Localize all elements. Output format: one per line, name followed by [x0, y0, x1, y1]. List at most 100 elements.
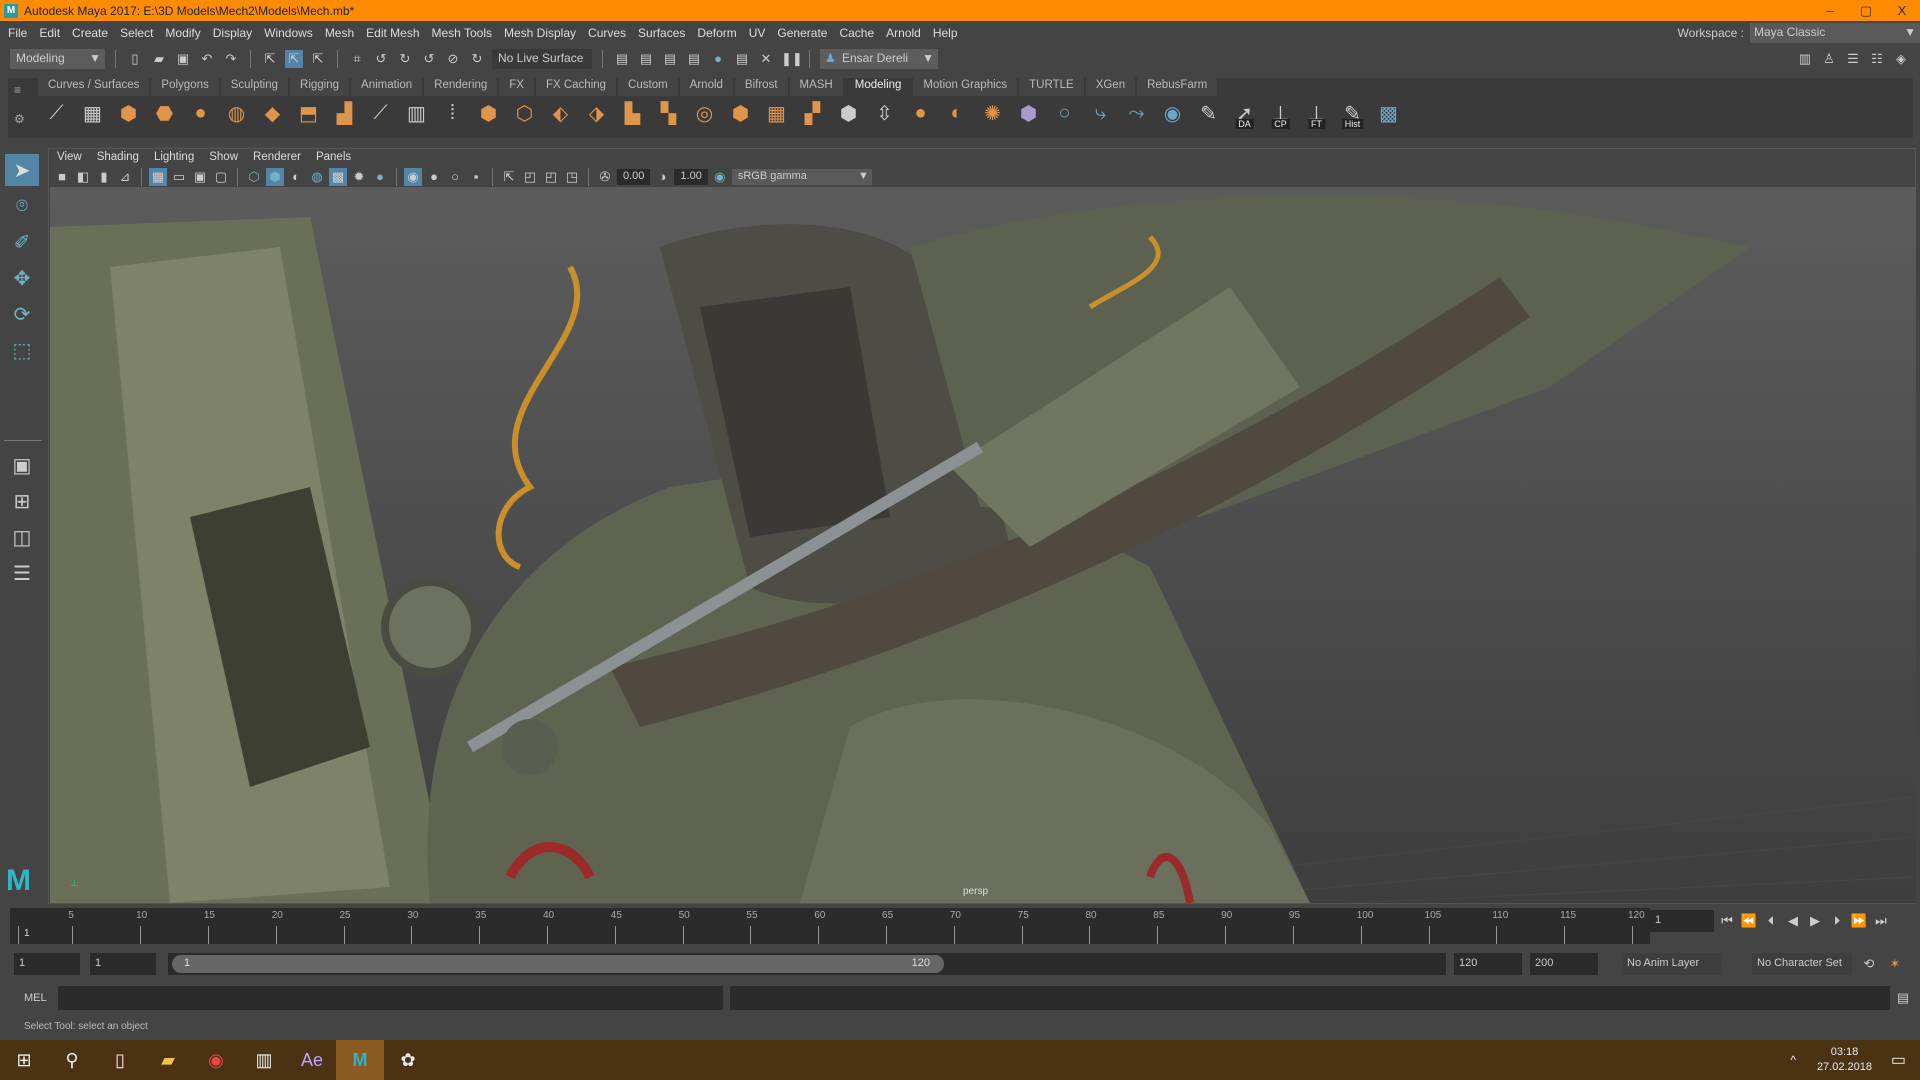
menu-display[interactable]: Display — [213, 26, 252, 40]
notifications-icon[interactable]: ▭ — [1891, 1050, 1906, 1070]
shelf-button[interactable]: ⤳ — [1123, 100, 1150, 127]
panel-menu-view[interactable]: View — [57, 151, 82, 163]
shelf-button[interactable]: ⟋ — [367, 100, 394, 127]
shelf-tab-xgen[interactable]: XGen — [1085, 78, 1136, 96]
shelf-button[interactable]: ○ — [1051, 100, 1078, 127]
shelf-button[interactable]: ▟ — [331, 100, 358, 127]
lookdev-icon[interactable]: ✕ — [757, 50, 775, 68]
menu-uv[interactable]: UV — [749, 26, 766, 40]
scene-end-field[interactable]: 200 — [1530, 953, 1598, 975]
go-to-start-icon[interactable]: ⏮ — [1718, 912, 1736, 930]
shelf-button[interactable]: ▙ — [619, 100, 646, 127]
pause-icon[interactable]: ❚❚ — [781, 50, 803, 68]
motion-blur-icon[interactable]: ● — [425, 168, 443, 186]
menu-deform[interactable]: Deform — [697, 26, 736, 40]
file-explorer-icon[interactable]: ▰ — [144, 1040, 192, 1080]
shelf-tab-curves-surfaces[interactable]: Curves / Surfaces — [38, 78, 150, 96]
shelf-tab-rendering[interactable]: Rendering — [424, 78, 498, 96]
snap-view-icon[interactable]: ↺ — [420, 50, 438, 68]
shelf-button[interactable]: ◆ — [259, 100, 286, 127]
tray-chevron-icon[interactable]: ^ — [1790, 1053, 1796, 1067]
menu-mesh-tools[interactable]: Mesh Tools — [432, 26, 492, 40]
ambient-occlusion-icon[interactable]: ◉ — [404, 168, 422, 186]
safe-action-icon[interactable]: ▢ — [212, 168, 230, 186]
color-space-select[interactable]: sRGB gamma ▼ — [731, 169, 872, 185]
redo-icon[interactable]: ↷ — [222, 50, 240, 68]
step-back-frame-icon[interactable]: ⏴ — [1762, 912, 1780, 930]
tool-settings-icon[interactable]: ☷ — [1868, 50, 1886, 68]
playback-end-field[interactable]: 120 — [1454, 953, 1522, 975]
shelf-tab-polygons[interactable]: Polygons — [151, 78, 219, 96]
shadows-icon[interactable]: ● — [371, 168, 389, 186]
resolution-gate-icon[interactable]: ▣ — [191, 168, 209, 186]
shelf-button[interactable]: ◐ — [943, 100, 970, 127]
shelf-tab-mash[interactable]: MASH — [789, 78, 843, 96]
live-surface-field[interactable]: No Live Surface — [492, 49, 592, 69]
four-view-layout-icon[interactable]: ⊞ — [5, 485, 39, 517]
bookmark-icon[interactable]: ▮ — [95, 168, 113, 186]
undo-icon[interactable]: ↶ — [198, 50, 216, 68]
mel-label[interactable]: MEL — [24, 992, 47, 1004]
select-tool-icon[interactable]: ➤ — [5, 154, 39, 186]
shelf-menu-icon[interactable]: ≡ — [14, 83, 21, 97]
lock-camera-icon[interactable]: ◧ — [74, 168, 92, 186]
open-scene-icon[interactable]: ▰ — [150, 50, 168, 68]
anim-prefs-icon[interactable]: ✶ — [1886, 955, 1904, 973]
wireframe-icon[interactable]: ⬡ — [245, 168, 263, 186]
maximize-button[interactable]: ▢ — [1848, 0, 1884, 21]
shelf-tab-rebusfarm[interactable]: RebusFarm — [1137, 78, 1218, 96]
image-plane-icon[interactable]: ⊿ — [116, 168, 134, 186]
scale-tool-icon[interactable]: ⬚ — [5, 334, 39, 366]
menu-windows[interactable]: Windows — [264, 26, 313, 40]
shelf-button[interactable]: ⊥ FT — [1303, 100, 1330, 129]
hypershade-icon[interactable]: ● — [709, 50, 727, 68]
menu-select[interactable]: Select — [120, 26, 153, 40]
menu-curves[interactable]: Curves — [588, 26, 626, 40]
3d-viewport[interactable]: persp ⊥ — [50, 187, 1916, 903]
rotate-tool-icon[interactable]: ⟳ — [5, 298, 39, 330]
new-scene-icon[interactable]: ▯ — [126, 50, 144, 68]
menu-file[interactable]: File — [8, 26, 27, 40]
snap-point-icon[interactable]: ↻ — [396, 50, 414, 68]
grid-toggle-icon[interactable]: ▦ — [149, 168, 167, 186]
step-forward-frame-icon[interactable]: ⏵ — [1828, 912, 1846, 930]
shelf-button[interactable]: ▦ — [763, 100, 790, 127]
smooth-shade-icon[interactable]: ⬢ — [266, 168, 284, 186]
lasso-tool-icon[interactable]: ⌾ — [5, 190, 39, 222]
shelf-button[interactable]: ▩ — [1375, 100, 1402, 127]
panel-menu-panels[interactable]: Panels — [316, 151, 351, 163]
shelf-tab-arnold[interactable]: Arnold — [679, 78, 733, 96]
shelf-button[interactable]: ➚ DA — [1231, 100, 1258, 129]
menu-mesh-display[interactable]: Mesh Display — [504, 26, 576, 40]
shelf-button[interactable]: ✎ Hist — [1339, 100, 1366, 129]
shelf-button[interactable]: ◎ — [691, 100, 718, 127]
workspace-select[interactable]: Maya Classic ▼ — [1750, 23, 1920, 43]
menu-surfaces[interactable]: Surfaces — [638, 26, 685, 40]
render-sequence-icon[interactable]: ▤ — [637, 50, 655, 68]
shelf-button[interactable]: ⇳ — [871, 100, 898, 127]
after-effects-icon[interactable]: Ae — [288, 1040, 336, 1080]
playback-start-field[interactable]: 1 — [90, 953, 156, 975]
shelf-button[interactable]: ▥ — [403, 100, 430, 127]
antialias-icon[interactable]: ○ — [446, 168, 464, 186]
menu-cache[interactable]: Cache — [839, 26, 874, 40]
menu-mesh[interactable]: Mesh — [325, 26, 354, 40]
select-object-icon[interactable]: ⇱ — [285, 50, 303, 68]
dof-icon[interactable]: ▪ — [467, 168, 485, 186]
shelf-button[interactable]: ● — [907, 100, 934, 127]
shelf-button[interactable]: ◍ — [223, 100, 250, 127]
outliner-layout-icon[interactable]: ☰ — [5, 557, 39, 589]
shelf-button[interactable]: ▚ — [655, 100, 682, 127]
lights-icon[interactable]: ✹ — [350, 168, 368, 186]
play-forwards-icon[interactable]: ▶ — [1806, 912, 1824, 930]
shelf-button[interactable]: ⬖ — [547, 100, 574, 127]
save-scene-icon[interactable]: ▣ — [174, 50, 192, 68]
maya-taskbar-icon[interactable]: M — [336, 1040, 384, 1080]
shelf-tab-custom[interactable]: Custom — [618, 78, 678, 96]
xray-joints-icon[interactable]: ◰ — [521, 168, 539, 186]
user-account-button[interactable]: ♟ Ensar Dereli ▼ — [820, 49, 938, 69]
script-editor-icon[interactable]: ▤ — [1894, 989, 1912, 1007]
menu-modify[interactable]: Modify — [165, 26, 200, 40]
windows-start-icon[interactable]: ⊞ — [0, 1040, 48, 1080]
menu-create[interactable]: Create — [72, 26, 108, 40]
